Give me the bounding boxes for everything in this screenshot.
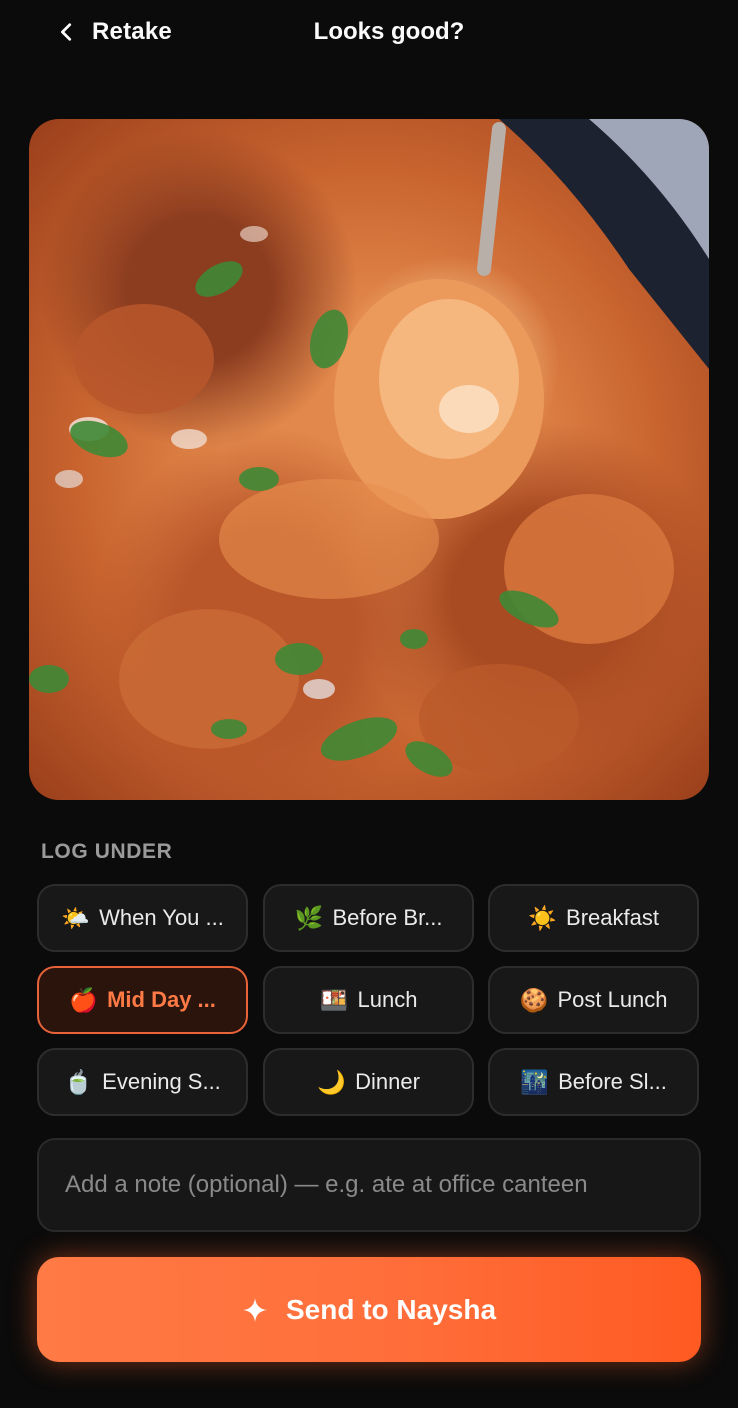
food-photo [29,119,709,800]
herb-icon: 🌿 [294,904,324,931]
chip-before-breakfast[interactable]: 🌿 Before Br... [263,884,474,952]
chip-label: Evening S... [102,1069,221,1094]
tea-cup-icon: 🍵 [64,1068,93,1095]
sparkle-icon [243,1297,267,1322]
chip-label: Mid Day ... [107,987,216,1012]
send-label: Send to Naysha [285,1293,497,1325]
chip-lunch[interactable]: 🍱 Lunch [263,966,474,1034]
bento-box-icon: 🍱 [319,986,349,1013]
chip-label: Breakfast [566,905,659,930]
sun-icon: ☀️ [528,904,557,931]
chip-label: Lunch [357,987,418,1012]
chip-post-lunch[interactable]: 🍪 Post Lunch [488,966,699,1034]
sun-behind-cloud-icon: 🌤️ [61,904,90,931]
chip-mid-day[interactable]: 🍎 Mid Day ... [37,966,248,1034]
send-to-naysha-button[interactable]: Send to Naysha [37,1257,701,1362]
chip-label: When You ... [99,905,224,930]
chip-evening-snack[interactable]: 🍵 Evening S... [37,1048,248,1116]
chip-before-sleep[interactable]: 🌃 Before Sl... [488,1048,699,1116]
chip-breakfast[interactable]: ☀️ Breakfast [488,884,699,952]
log-under-label: LOG UNDER [41,840,173,863]
food-photo-illustration [29,119,709,777]
chip-dinner[interactable]: 🌙 Dinner [263,1048,474,1116]
top-bar: Retake Looks good? [0,0,738,64]
chip-when-you-wake[interactable]: 🌤️ When You ... [37,884,248,952]
night-city-icon: 🌃 [520,1068,549,1095]
chip-label: Post Lunch [557,987,668,1012]
crescent-moon-icon: 🌙 [317,1068,346,1095]
cookie-icon: 🍪 [519,986,549,1013]
chip-label: Before Sl... [558,1069,667,1094]
chip-label: Dinner [355,1069,420,1094]
note-input[interactable] [37,1138,701,1232]
chip-label: Before Br... [332,905,443,930]
page-title: Looks good? [313,18,465,45]
apple-icon: 🍎 [69,986,98,1013]
